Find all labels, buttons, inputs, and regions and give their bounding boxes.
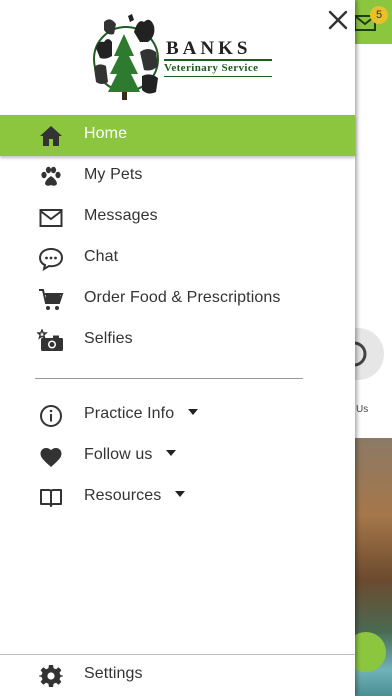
nav-label-home: Home: [84, 125, 128, 142]
nav-item-order-food[interactable]: Order Food & Prescriptions: [0, 279, 355, 320]
nav-label-messages: Messages: [84, 207, 158, 224]
nav-label-follow-us: Follow us: [84, 446, 177, 464]
nav-item-settings[interactable]: Settings: [0, 655, 355, 696]
nav-label-selfies: Selfies: [84, 330, 133, 347]
nav-label-order-food: Order Food & Prescriptions: [84, 289, 281, 306]
chevron-down-icon: [188, 408, 199, 415]
chevron-down-icon: [166, 449, 177, 456]
chat-bubble-icon: [37, 246, 65, 272]
close-button[interactable]: [323, 5, 353, 35]
nav-divider: [35, 378, 303, 379]
home-icon: [37, 123, 65, 149]
nav-label-settings: Settings: [84, 665, 143, 682]
logo-name: BANKS: [166, 38, 252, 59]
heart-icon: [37, 444, 65, 470]
info-icon: [37, 403, 65, 429]
logo-rule-bottom: [164, 76, 272, 77]
shopping-cart-icon: [37, 287, 65, 313]
logo-rule: [164, 59, 272, 61]
chevron-down-icon: [175, 490, 186, 497]
logo-subtitle: Veterinary Service: [164, 62, 259, 74]
close-icon: [328, 10, 348, 30]
nav-item-resources[interactable]: Resources: [0, 477, 355, 518]
nav-label-chat: Chat: [84, 248, 119, 265]
camera-icon: [37, 328, 65, 354]
book-icon: [37, 485, 65, 511]
nav-item-practice-info[interactable]: Practice Info: [0, 395, 355, 436]
nav-item-follow-us[interactable]: Follow us: [0, 436, 355, 477]
envelope-icon: [37, 205, 65, 231]
nav-item-messages[interactable]: Messages: [0, 197, 355, 238]
practice-logo: BANKS Veterinary Service: [84, 12, 274, 104]
navigation-drawer: BANKS Veterinary Service Home My Pets Me…: [0, 0, 355, 696]
background-contact-label: Us: [356, 404, 369, 415]
nav-item-selfies[interactable]: Selfies: [0, 320, 355, 361]
nav-item-home[interactable]: Home: [0, 115, 355, 156]
nav-label-practice-info: Practice Info: [84, 405, 199, 423]
nav-item-chat[interactable]: Chat: [0, 238, 355, 279]
paw-icon: [37, 164, 65, 190]
nav-item-my-pets[interactable]: My Pets: [0, 156, 355, 197]
nav-label-my-pets: My Pets: [84, 166, 143, 183]
gear-icon: [37, 663, 65, 689]
nav-label-resources: Resources: [84, 487, 186, 505]
notification-badge: 5: [370, 6, 388, 24]
